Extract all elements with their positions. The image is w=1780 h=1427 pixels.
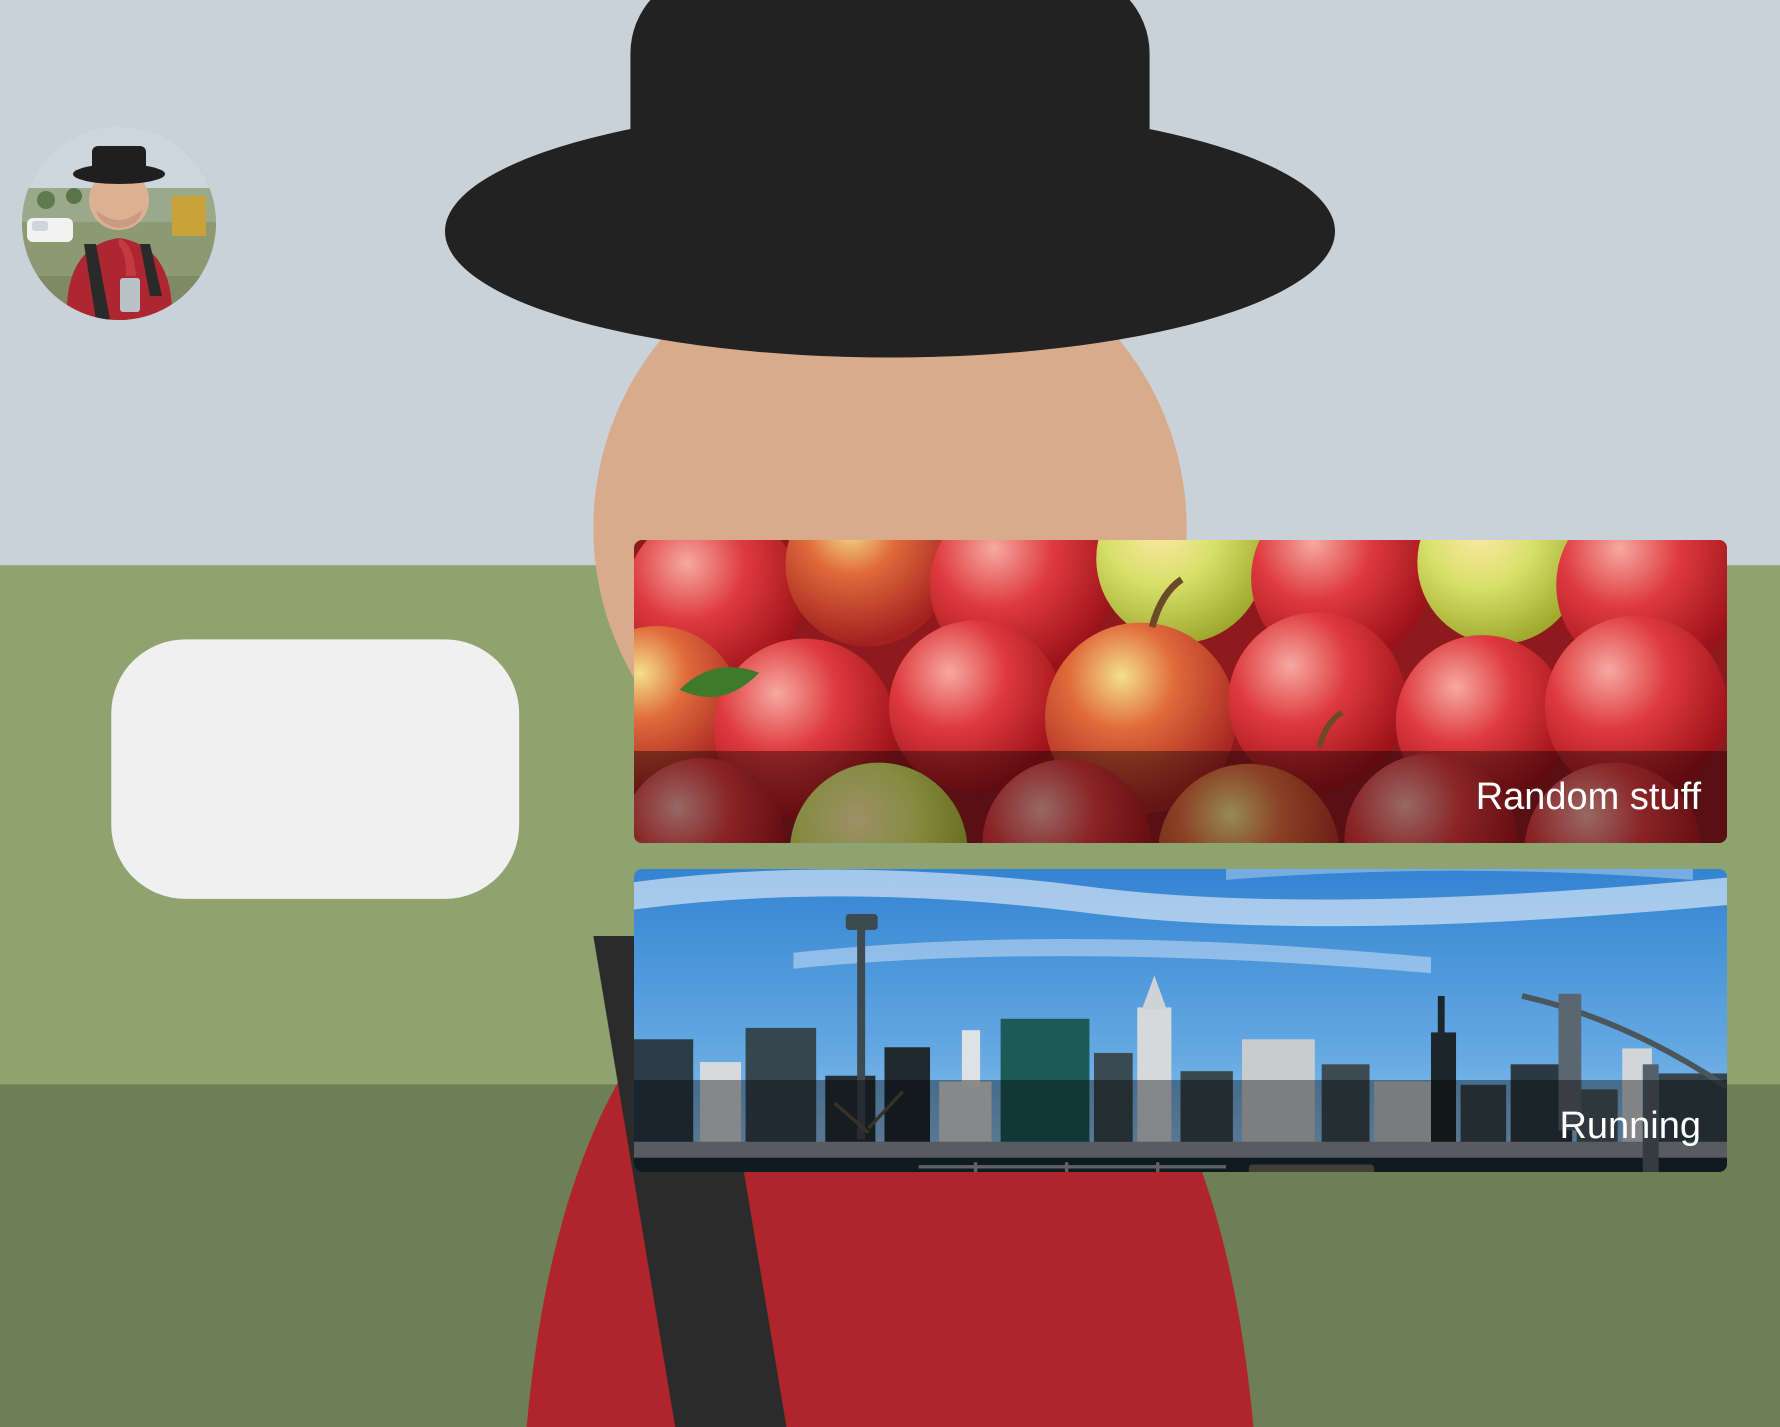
avatar <box>0 0 1780 1427</box>
top-navbar: Steem City Neighborhoods Post a Story <box>0 0 1780 1427</box>
app-page: Steem City Neighborhoods Post a Story <box>0 0 1780 1427</box>
neighborhood-card-random-stuff[interactable]: Random stuff <box>634 540 1727 844</box>
profile-avatar <box>22 126 216 320</box>
navbar-right-group: Post a Story dragosr <box>0 0 1780 1427</box>
user-menu-button[interactable]: dragosroua <box>0 0 1780 1427</box>
card-caption: Running <box>634 1080 1727 1173</box>
neighborhood-card-running[interactable]: Running <box>634 869 1727 1173</box>
card-caption: Random stuff <box>634 751 1727 844</box>
